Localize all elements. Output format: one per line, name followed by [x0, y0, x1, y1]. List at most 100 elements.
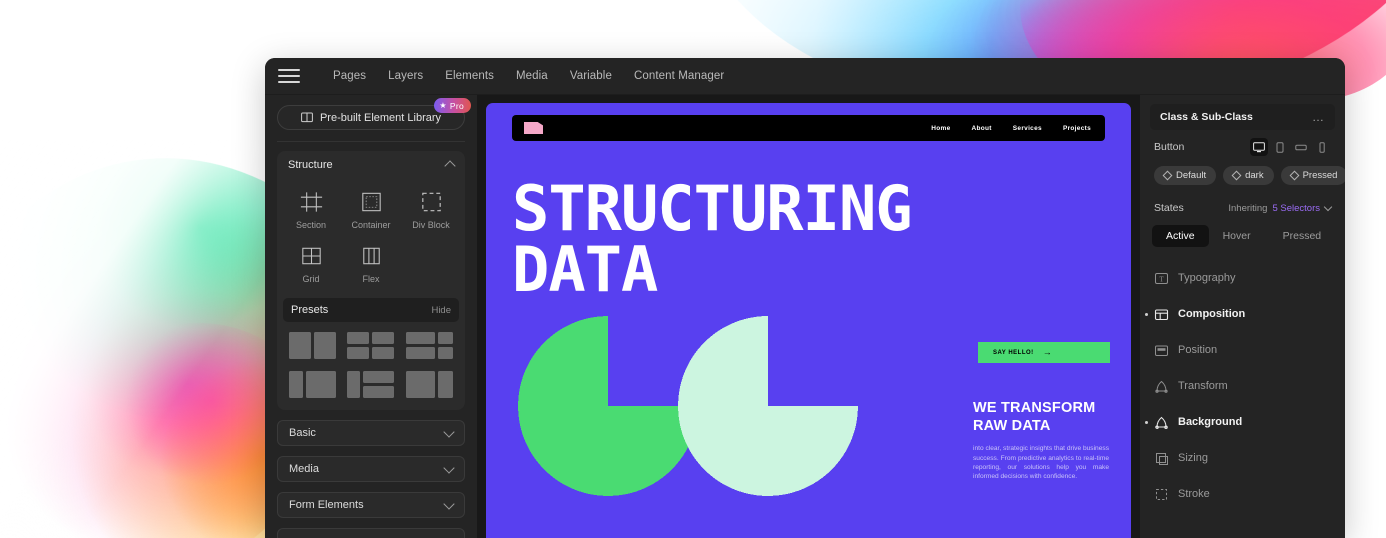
desktop-icon: [1253, 141, 1265, 152]
say-hello-button[interactable]: SAY HELLO! →: [978, 342, 1110, 363]
property-list: T Typography Composition Position Transf…: [1140, 260, 1345, 512]
blurb-heading: WE TRANSFORM RAW DATA: [973, 400, 1109, 435]
hero-title[interactable]: STRUCTURING DATA: [512, 178, 913, 301]
transform-icon: [1155, 380, 1168, 393]
element-label: Button: [1154, 141, 1185, 153]
state-tabs: Active Hover Pressed: [1152, 225, 1333, 247]
class-chip-dark[interactable]: dark: [1223, 166, 1274, 185]
element-grid-label: Grid: [302, 274, 320, 284]
say-hello-label: SAY HELLO!: [993, 349, 1034, 356]
device-desktop[interactable]: [1250, 138, 1268, 156]
site-nav: Home About Services Projects: [512, 115, 1105, 141]
property-position[interactable]: Position: [1140, 332, 1345, 368]
tablet-icon: [1276, 141, 1284, 153]
class-chip-default-label: Default: [1176, 170, 1207, 181]
property-composition-label: Composition: [1178, 308, 1246, 320]
site-canvas[interactable]: Home About Services Projects STRUCTURING…: [486, 103, 1131, 538]
prebuilt-element-library-button[interactable]: Pre-built Element Library ★ Pro: [277, 98, 471, 130]
left-panel: Pre-built Element Library ★ Pro Structur…: [265, 95, 477, 538]
property-sizing[interactable]: Sizing: [1140, 440, 1345, 476]
device-switcher: [1250, 138, 1331, 156]
arrow-right-icon: →: [1042, 347, 1053, 357]
gradient-fade-top: [690, 0, 1110, 60]
menu-item-media[interactable]: Media: [505, 70, 559, 82]
property-stroke[interactable]: Stroke: [1140, 476, 1345, 512]
class-subclass-title: Class & Sub-Class: [1160, 111, 1253, 123]
pie-left: [518, 316, 698, 496]
preset-main-right[interactable]: [400, 371, 459, 398]
menu-item-variable[interactable]: Variable: [559, 70, 623, 82]
section-next[interactable]: [277, 528, 465, 538]
device-tablet-landscape[interactable]: [1292, 138, 1310, 156]
class-chip-default[interactable]: Default: [1154, 166, 1217, 185]
device-tablet[interactable]: [1271, 138, 1289, 156]
element-section[interactable]: Section: [281, 182, 341, 236]
pro-badge: ★ Pro: [434, 98, 471, 113]
pie-chart-graphic[interactable]: [518, 311, 858, 501]
property-sizing-label: Sizing: [1178, 452, 1208, 464]
blurb-block[interactable]: WE TRANSFORM RAW DATA into clear, strate…: [973, 400, 1109, 482]
element-grid[interactable]: Grid: [281, 236, 341, 290]
preset-sidebar-stacked[interactable]: [342, 371, 401, 398]
structure-card-title: Structure: [288, 158, 333, 171]
sizing-icon: [1156, 452, 1168, 465]
section-basic[interactable]: Basic: [277, 420, 465, 446]
element-row: Button: [1140, 130, 1345, 164]
property-transform[interactable]: Transform: [1140, 368, 1345, 404]
section-media[interactable]: Media: [277, 456, 465, 482]
tab-hover[interactable]: Hover: [1209, 225, 1265, 247]
site-nav-link-services[interactable]: Services: [1013, 125, 1042, 132]
property-background[interactable]: Background: [1140, 404, 1345, 440]
pro-badge-label: Pro: [449, 100, 464, 111]
tab-pressed[interactable]: Pressed: [1269, 225, 1336, 247]
class-chip-pressed[interactable]: Pressed: [1280, 166, 1345, 185]
preset-mixed-rows[interactable]: [400, 332, 459, 359]
site-nav-link-about[interactable]: About: [972, 125, 992, 132]
more-options-icon[interactable]: …: [1312, 111, 1325, 123]
property-composition[interactable]: Composition: [1140, 296, 1345, 332]
star-icon: ★: [439, 100, 447, 110]
menu-bar: Pages Layers Elements Media Variable Con…: [265, 58, 1345, 94]
active-dot-icon: [1145, 420, 1148, 424]
structure-card-header[interactable]: Structure: [277, 151, 465, 178]
pie-right: [678, 316, 858, 496]
mobile-icon: [1319, 141, 1325, 153]
menu-item-elements[interactable]: Elements: [434, 70, 505, 82]
preset-sidebar-left[interactable]: [283, 371, 342, 398]
tab-active[interactable]: Active: [1152, 225, 1209, 247]
site-nav-link-projects[interactable]: Projects: [1063, 125, 1091, 132]
grid-icon: [301, 247, 321, 265]
inheriting-value: 5 Selectors: [1272, 202, 1320, 214]
property-stroke-label: Stroke: [1178, 488, 1210, 500]
section-basic-label: Basic: [289, 427, 316, 439]
app-window: Pages Layers Elements Media Variable Con…: [265, 58, 1345, 538]
preset-four-cells[interactable]: [342, 332, 401, 359]
preset-two-columns[interactable]: [283, 332, 342, 359]
pie-shapes: [518, 316, 858, 496]
section-form-elements[interactable]: Form Elements: [277, 492, 465, 518]
inheriting-selector[interactable]: Inheriting 5 Selectors: [1228, 202, 1333, 214]
presets-header: Presets Hide: [283, 298, 459, 322]
active-dot-icon: [1145, 312, 1148, 316]
prebuilt-element-library-label: Pre-built Element Library: [319, 111, 442, 124]
element-container[interactable]: Container: [341, 182, 401, 236]
site-nav-links: Home About Services Projects: [931, 125, 1091, 132]
site-nav-link-home[interactable]: Home: [931, 125, 950, 132]
menu-item-content-manager[interactable]: Content Manager: [623, 70, 735, 82]
menu-icon[interactable]: [278, 69, 300, 83]
div-block-icon: [421, 192, 441, 212]
element-container-label: Container: [351, 220, 391, 230]
property-typography[interactable]: T Typography: [1140, 260, 1345, 296]
tablet-landscape-icon: [1295, 144, 1307, 150]
device-mobile[interactable]: [1313, 138, 1331, 156]
element-flex[interactable]: Flex: [341, 236, 401, 290]
menu-item-pages[interactable]: Pages: [322, 70, 377, 82]
presets-hide-button[interactable]: Hide: [431, 305, 451, 316]
element-div-block[interactable]: Div Block: [401, 182, 461, 236]
property-position-label: Position: [1178, 344, 1218, 356]
chevron-up-icon: [444, 160, 456, 172]
chevron-down-icon: [1323, 202, 1333, 211]
section-media-label: Media: [289, 463, 319, 475]
brand-logo-icon[interactable]: [524, 122, 543, 134]
menu-item-layers[interactable]: Layers: [377, 70, 434, 82]
